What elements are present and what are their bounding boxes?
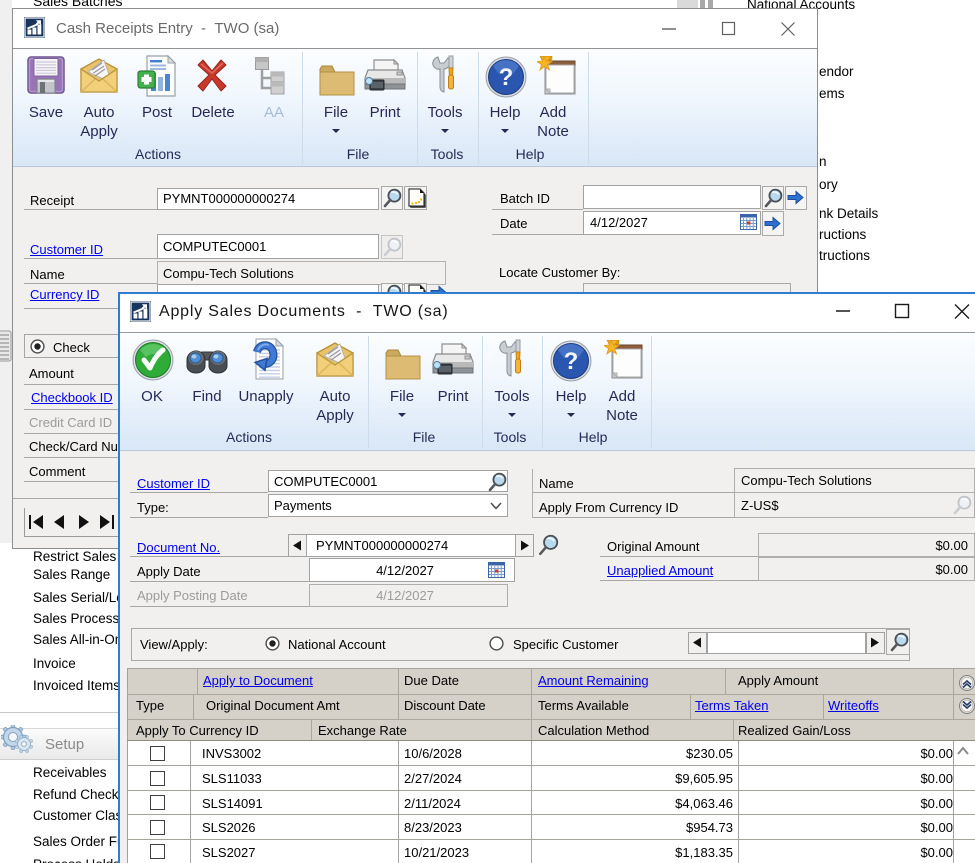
svg-text:?: ? — [499, 64, 514, 91]
svg-text:?: ? — [564, 348, 579, 375]
